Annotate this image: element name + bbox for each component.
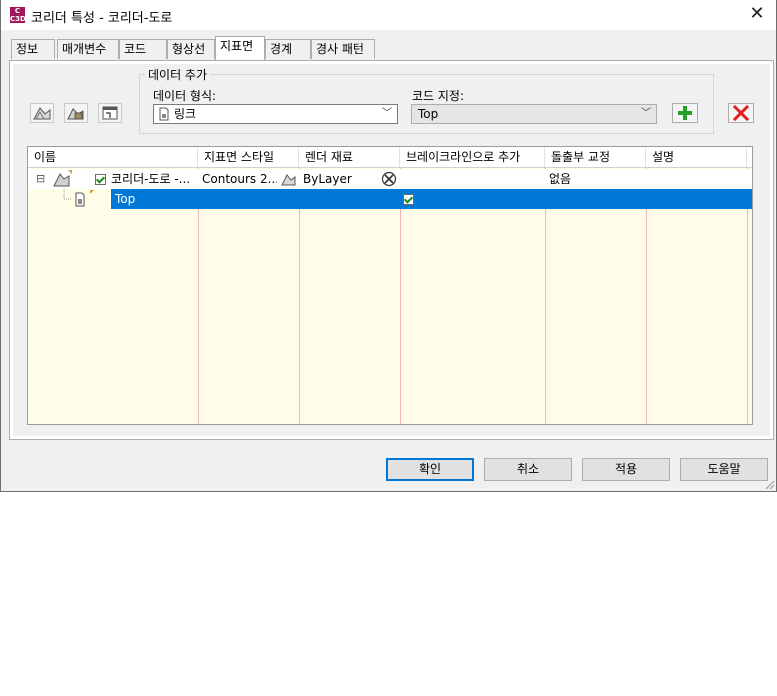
title-bar: C C3D 코리더 특성 - 코리더-도로 ✕ [1,0,776,30]
add-as-breakline-checkbox[interactable] [403,194,414,205]
grid-header: 이름 지표면 스타일 렌더 재료 브레이크라인으로 추가 돌출부 교정 설명 [28,147,752,168]
surface-style-value[interactable]: Contours 2... [202,169,277,189]
close-icon[interactable]: ✕ [746,3,768,24]
add-data-group-title: 데이터 추가 [145,66,211,83]
create-surface-icon [33,107,51,120]
expand-toggle-icon[interactable]: ⊟ [36,169,45,189]
surfaces-grid[interactable]: 이름 지표면 스타일 렌더 재료 브레이크라인으로 추가 돌출부 교정 설명 ⊟… [27,146,753,425]
corridor-surface-icon [53,170,72,187]
tab-feature-lines[interactable]: 형상선 [167,39,215,59]
data-type-value: 링크 [174,107,197,121]
cancel-button[interactable]: 취소 [484,458,572,481]
tab-surfaces[interactable]: 지표면 [215,36,265,60]
data-type-select[interactable]: 링크 ﹀ [153,104,398,124]
help-button[interactable]: 도움말 [680,458,768,481]
table-row[interactable]: Top [28,189,752,209]
surface-properties-icon [102,106,118,120]
code-label: 코드 지정: [412,89,465,103]
code-select[interactable]: Top ﹀ [411,104,657,124]
resize-grip-icon[interactable] [763,478,775,490]
tab-boundaries[interactable]: 경계 [265,39,311,59]
style-picker-icon[interactable] [281,172,297,186]
col-header-surface-style[interactable]: 지표면 스타일 [198,147,299,167]
data-type-label: 데이터 형식: [153,89,217,103]
code-value: Top [418,107,439,121]
chevron-down-icon: ﹀ [641,108,651,119]
col-header-name[interactable]: 이름 [28,147,198,167]
add-corridor-surface-icon [67,108,84,120]
chevron-down-icon: ﹀ [382,108,392,119]
link-icon [159,107,169,121]
red-x-icon [732,104,750,122]
add-data-button[interactable] [672,103,698,123]
remove-data-button[interactable] [728,103,754,123]
table-row[interactable]: ⊟ 코리더-도로 -... Contours 2... ByLayer 없음 [28,169,752,189]
render-material-value[interactable]: ByLayer [303,169,378,189]
corridor-properties-dialog: C C3D 코리더 특성 - 코리더-도로 ✕ 정보 매개변수 코드 형상선 지표… [0,0,777,492]
surface-name[interactable]: 코리더-도로 -... [111,169,198,189]
civil3d-app-icon: C C3D [10,7,26,23]
col-header-description[interactable]: 설명 [646,147,747,167]
window-title: 코리더 특성 - 코리더-도로 [31,11,173,26]
tab-parameters[interactable]: 매개변수 [57,39,119,59]
col-header-render-material[interactable]: 렌더 재료 [299,147,400,167]
add-surface-data-button[interactable] [64,103,88,123]
surface-properties-button[interactable] [98,103,122,123]
material-picker-icon[interactable] [381,171,397,187]
surface-enabled-checkbox[interactable] [95,174,106,185]
tab-slope-patterns[interactable]: 경사 패턴 [311,39,375,59]
ok-button[interactable]: 확인 [386,458,474,481]
col-header-breakline[interactable]: 브레이크라인으로 추가 [400,147,545,167]
col-header-overhang[interactable]: 돌출부 교정 [545,147,646,167]
plus-icon [678,106,692,120]
tree-connector [63,189,94,207]
code-name[interactable]: Top [115,189,135,209]
tab-info[interactable]: 정보 [11,39,55,59]
create-surface-button[interactable] [30,103,54,123]
tab-codes[interactable]: 코드 [119,39,167,59]
apply-button[interactable]: 적용 [582,458,670,481]
overhang-correction-value[interactable]: 없음 [549,169,644,189]
selected-row-highlight [111,189,752,209]
